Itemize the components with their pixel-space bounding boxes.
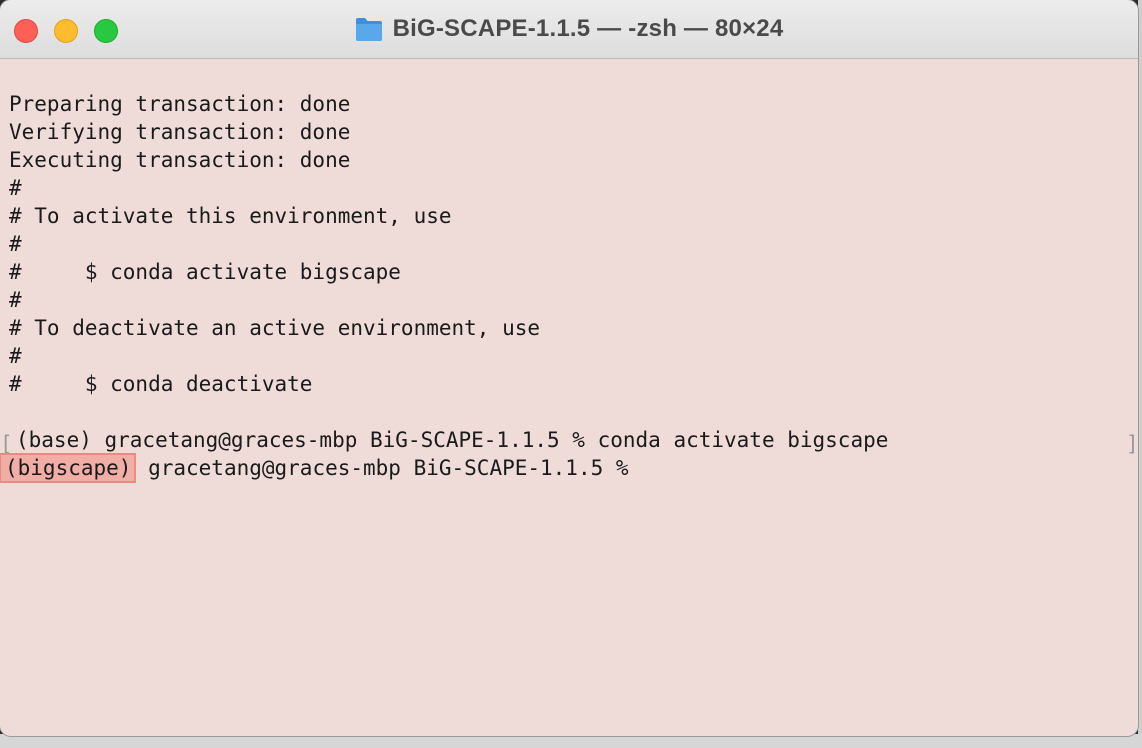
terminal-line: # — [9, 344, 22, 368]
terminal-line: # — [9, 288, 22, 312]
terminal-line: Preparing transaction: done — [9, 92, 351, 116]
window-title: BiG-SCAPE-1.1.5 — -zsh — 80×24 — [392, 15, 784, 42]
terminal-line: # $ conda deactivate — [9, 372, 313, 396]
terminal-line: Verifying transaction: done — [9, 120, 351, 144]
active-env-highlight: (bigscape) — [0, 453, 137, 483]
folder-icon — [355, 16, 383, 42]
prompt-text: gracetang@graces-mbp BiG-SCAPE-1.1.5 % — [135, 456, 629, 480]
command-line: (base) gracetang@graces-mbp BiG-SCAPE-1.… — [16, 428, 889, 452]
mark-bracket-right: ] — [1126, 432, 1138, 456]
terminal-line: # To activate this environment, use — [9, 204, 452, 228]
desktop-background-right — [1138, 0, 1142, 748]
desktop-background-bottom — [0, 734, 1142, 748]
current-prompt[interactable]: (bigscape) gracetang@graces-mbp BiG-SCAP… — [0, 453, 629, 483]
terminal-line: # To deactivate an active environment, u… — [9, 316, 541, 340]
terminal-line: # — [9, 176, 22, 200]
terminal-window: BiG-SCAPE-1.1.5 — -zsh — 80×24 Preparing… — [0, 0, 1138, 736]
window-title-group: BiG-SCAPE-1.1.5 — -zsh — 80×24 — [0, 14, 1138, 44]
terminal-line: # $ conda activate bigscape — [9, 260, 401, 284]
terminal-output[interactable]: Preparing transaction: done Verifying tr… — [0, 59, 1138, 736]
terminal-line: # — [9, 232, 22, 256]
terminal-line: Executing transaction: done — [9, 148, 351, 172]
window-titlebar[interactable]: BiG-SCAPE-1.1.5 — -zsh — 80×24 — [0, 0, 1138, 59]
